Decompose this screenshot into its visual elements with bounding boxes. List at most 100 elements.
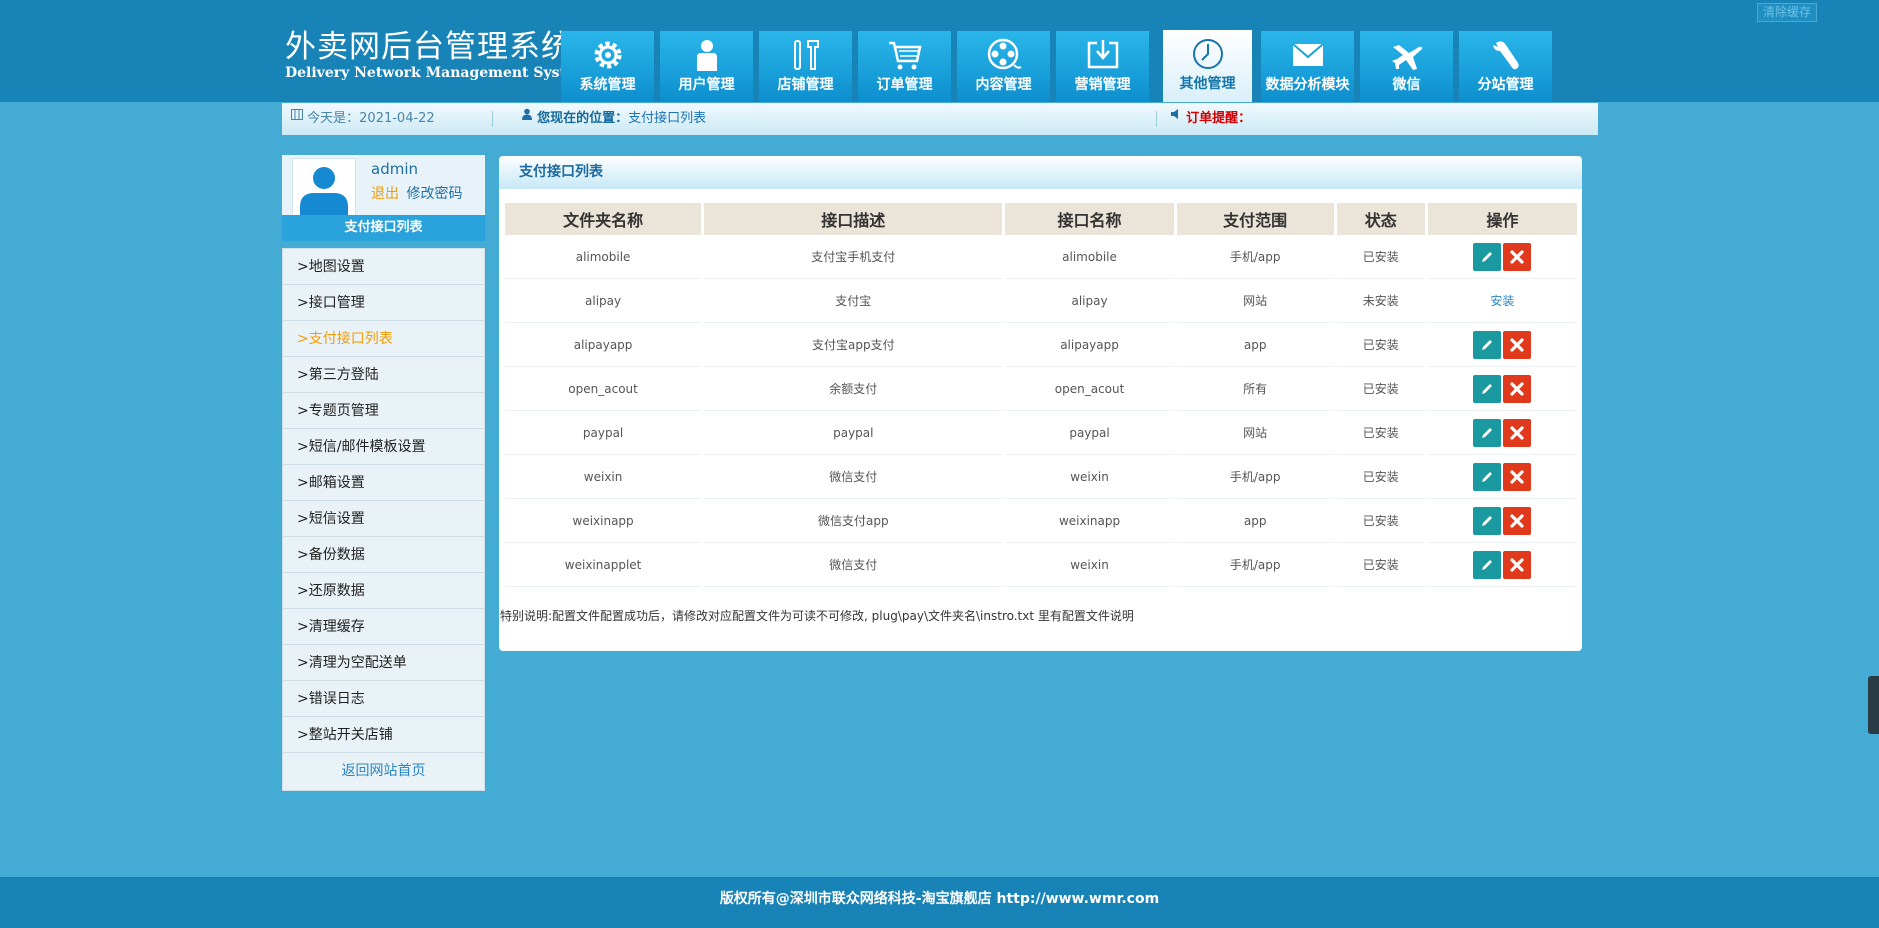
nav-item-substation[interactable]: 分站管理 bbox=[1459, 31, 1552, 102]
user-icon bbox=[660, 31, 753, 75]
cell-name: weixin bbox=[1005, 543, 1174, 587]
delete-icon[interactable] bbox=[1503, 418, 1532, 447]
sidebar-item-clear-empty-orders[interactable]: >清理为空配送单 bbox=[283, 645, 484, 681]
delete-icon[interactable] bbox=[1503, 374, 1532, 403]
delete-icon[interactable] bbox=[1503, 242, 1532, 271]
cell-actions bbox=[1427, 411, 1577, 455]
logout-link[interactable]: 退出 bbox=[371, 186, 399, 202]
cell-folder: open_acout bbox=[505, 367, 702, 411]
table-row: weixinapplet 微信支付 weixin 手机/app 已安装 bbox=[505, 543, 1577, 587]
user-avatar-icon bbox=[300, 167, 348, 217]
cell-name: alimobile bbox=[1005, 235, 1174, 279]
nav-label: 店铺管理 bbox=[777, 77, 834, 93]
install-link[interactable]: 安装 bbox=[1490, 294, 1514, 308]
column-header-scope: 支付范围 bbox=[1176, 203, 1334, 235]
nav-label: 订单管理 bbox=[876, 77, 933, 93]
nav-label: 微信 bbox=[1392, 77, 1421, 93]
cart-icon bbox=[858, 31, 951, 75]
clear-cache-button[interactable]: 清除缓存 bbox=[1756, 3, 1817, 22]
delete-icon[interactable] bbox=[1503, 462, 1532, 491]
plane-icon bbox=[1360, 31, 1453, 75]
nav-item-marketing[interactable]: 营销管理 bbox=[1056, 31, 1149, 102]
sidebar-item-sms-email-templates[interactable]: >短信/邮件模板设置 bbox=[283, 429, 484, 465]
edit-icon[interactable] bbox=[1473, 330, 1502, 359]
location-value[interactable]: 支付接口列表 bbox=[628, 111, 706, 126]
cell-actions bbox=[1427, 543, 1577, 587]
config-note: 特别说明:配置文件配置成功后，请修改对应配置文件为可读不可修改, plug\pa… bbox=[500, 609, 1134, 623]
footer-copyright: 版权所有@深圳市联众网络科技-淘宝旗舰店 http://www.wmr.com bbox=[719, 891, 1160, 907]
sidebar-item-clear-cache[interactable]: >清理缓存 bbox=[283, 609, 484, 645]
change-password-link[interactable]: 修改密码 bbox=[406, 186, 462, 202]
table-row: alipayapp 支付宝app支付 alipayapp app 已安装 bbox=[505, 323, 1577, 367]
wrench-icon bbox=[1459, 31, 1552, 75]
cell-scope: 网站 bbox=[1176, 411, 1334, 455]
nav-item-orders[interactable]: 订单管理 bbox=[858, 31, 951, 102]
nav-item-system[interactable]: 系统管理 bbox=[561, 31, 654, 102]
nav-item-data-analysis[interactable]: 数据分析模块 bbox=[1261, 31, 1354, 102]
table-row: weixinapp 微信支付app weixinapp app 已安装 bbox=[505, 499, 1577, 543]
cell-status: 已安装 bbox=[1336, 235, 1425, 279]
cell-status: 未安装 bbox=[1336, 279, 1425, 323]
cell-folder: alipayapp bbox=[505, 323, 702, 367]
cell-name: open_acout bbox=[1005, 367, 1174, 411]
nav-label: 分站管理 bbox=[1477, 77, 1534, 93]
cell-name: paypal bbox=[1005, 411, 1174, 455]
logo[interactable]: 外卖网后台管理系统 Delivery Network Management Sy… bbox=[285, 30, 590, 81]
cell-description: 支付宝手机支付 bbox=[704, 235, 1003, 279]
sidebar-item-site-shop-switch[interactable]: >整站开关店铺 bbox=[283, 717, 484, 753]
cell-description: 支付宝app支付 bbox=[704, 323, 1003, 367]
sidebar-item-restore-data[interactable]: >还原数据 bbox=[283, 573, 484, 609]
sidebar-item-topic-pages[interactable]: >专题页管理 bbox=[283, 393, 484, 429]
edit-icon[interactable] bbox=[1473, 418, 1502, 447]
avatar bbox=[292, 158, 356, 222]
delete-icon[interactable] bbox=[1503, 550, 1532, 579]
cell-scope: app bbox=[1176, 323, 1334, 367]
cell-description: 微信支付 bbox=[704, 455, 1003, 499]
sidebar-item-payment-apis[interactable]: >支付接口列表 bbox=[283, 321, 484, 357]
nav-item-wechat[interactable]: 微信 bbox=[1360, 31, 1453, 102]
edit-icon[interactable] bbox=[1473, 462, 1502, 491]
panel-title: 支付接口列表 bbox=[499, 156, 1582, 189]
payment-api-panel: 支付接口列表 文件夹名称 接口描述 接口名称 支付范围 状态 操作 alimob… bbox=[499, 156, 1582, 651]
nav-item-users[interactable]: 用户管理 bbox=[660, 31, 753, 102]
logo-title-en: Delivery Network Management System bbox=[285, 65, 590, 81]
table-row: weixin 微信支付 weixin 手机/app 已安装 bbox=[505, 455, 1577, 499]
sidebar-item-third-party-login[interactable]: >第三方登陆 bbox=[283, 357, 484, 393]
side-scroll-handle[interactable] bbox=[1868, 676, 1879, 734]
sidebar-item-api-management[interactable]: >接口管理 bbox=[283, 285, 484, 321]
edit-icon[interactable] bbox=[1473, 242, 1502, 271]
cell-status: 已安装 bbox=[1336, 455, 1425, 499]
nav-label: 营销管理 bbox=[1074, 77, 1131, 93]
edit-icon[interactable] bbox=[1473, 506, 1502, 535]
cell-scope: 手机/app bbox=[1176, 235, 1334, 279]
column-header-folder: 文件夹名称 bbox=[505, 203, 702, 235]
nav-item-shops[interactable]: 店铺管理 bbox=[759, 31, 852, 102]
sidebar-title: 支付接口列表 bbox=[282, 215, 485, 241]
sidebar-item-error-log[interactable]: >错误日志 bbox=[283, 681, 484, 717]
sidebar-item-backup-data[interactable]: >备份数据 bbox=[283, 537, 484, 573]
cell-status: 已安装 bbox=[1336, 367, 1425, 411]
cell-description: 余额支付 bbox=[704, 367, 1003, 411]
edit-icon[interactable] bbox=[1473, 374, 1502, 403]
sidebar-item-mailbox-settings[interactable]: >邮箱设置 bbox=[283, 465, 484, 501]
back-to-home-link[interactable]: 返回网站首页 bbox=[283, 753, 484, 789]
cell-folder: weixinapp bbox=[505, 499, 702, 543]
delete-icon[interactable] bbox=[1503, 506, 1532, 535]
location-label: 您现在的位置： bbox=[537, 111, 629, 126]
today-value: 2021-04-22 bbox=[359, 111, 435, 126]
edit-icon[interactable] bbox=[1473, 550, 1502, 579]
nav-item-content[interactable]: 内容管理 bbox=[957, 31, 1050, 102]
cell-actions bbox=[1427, 455, 1577, 499]
cell-folder: weixinapplet bbox=[505, 543, 702, 587]
table-row: alipay 支付宝 alipay 网站 未安装 安装 bbox=[505, 279, 1577, 323]
cell-actions bbox=[1427, 323, 1577, 367]
sidebar-item-map-settings[interactable]: >地图设置 bbox=[283, 249, 484, 285]
column-header-actions: 操作 bbox=[1427, 203, 1577, 235]
order-alert-label: 订单提醒： bbox=[1186, 111, 1252, 126]
delete-icon[interactable] bbox=[1503, 330, 1532, 359]
nav-item-other[interactable]: 其他管理 bbox=[1163, 30, 1252, 102]
sidebar-item-sms-settings[interactable]: >短信设置 bbox=[283, 501, 484, 537]
sidebar-menu: >地图设置 >接口管理 >支付接口列表 >第三方登陆 >专题页管理 >短信/邮件… bbox=[282, 248, 485, 791]
cell-name: weixin bbox=[1005, 455, 1174, 499]
cell-status: 已安装 bbox=[1336, 543, 1425, 587]
